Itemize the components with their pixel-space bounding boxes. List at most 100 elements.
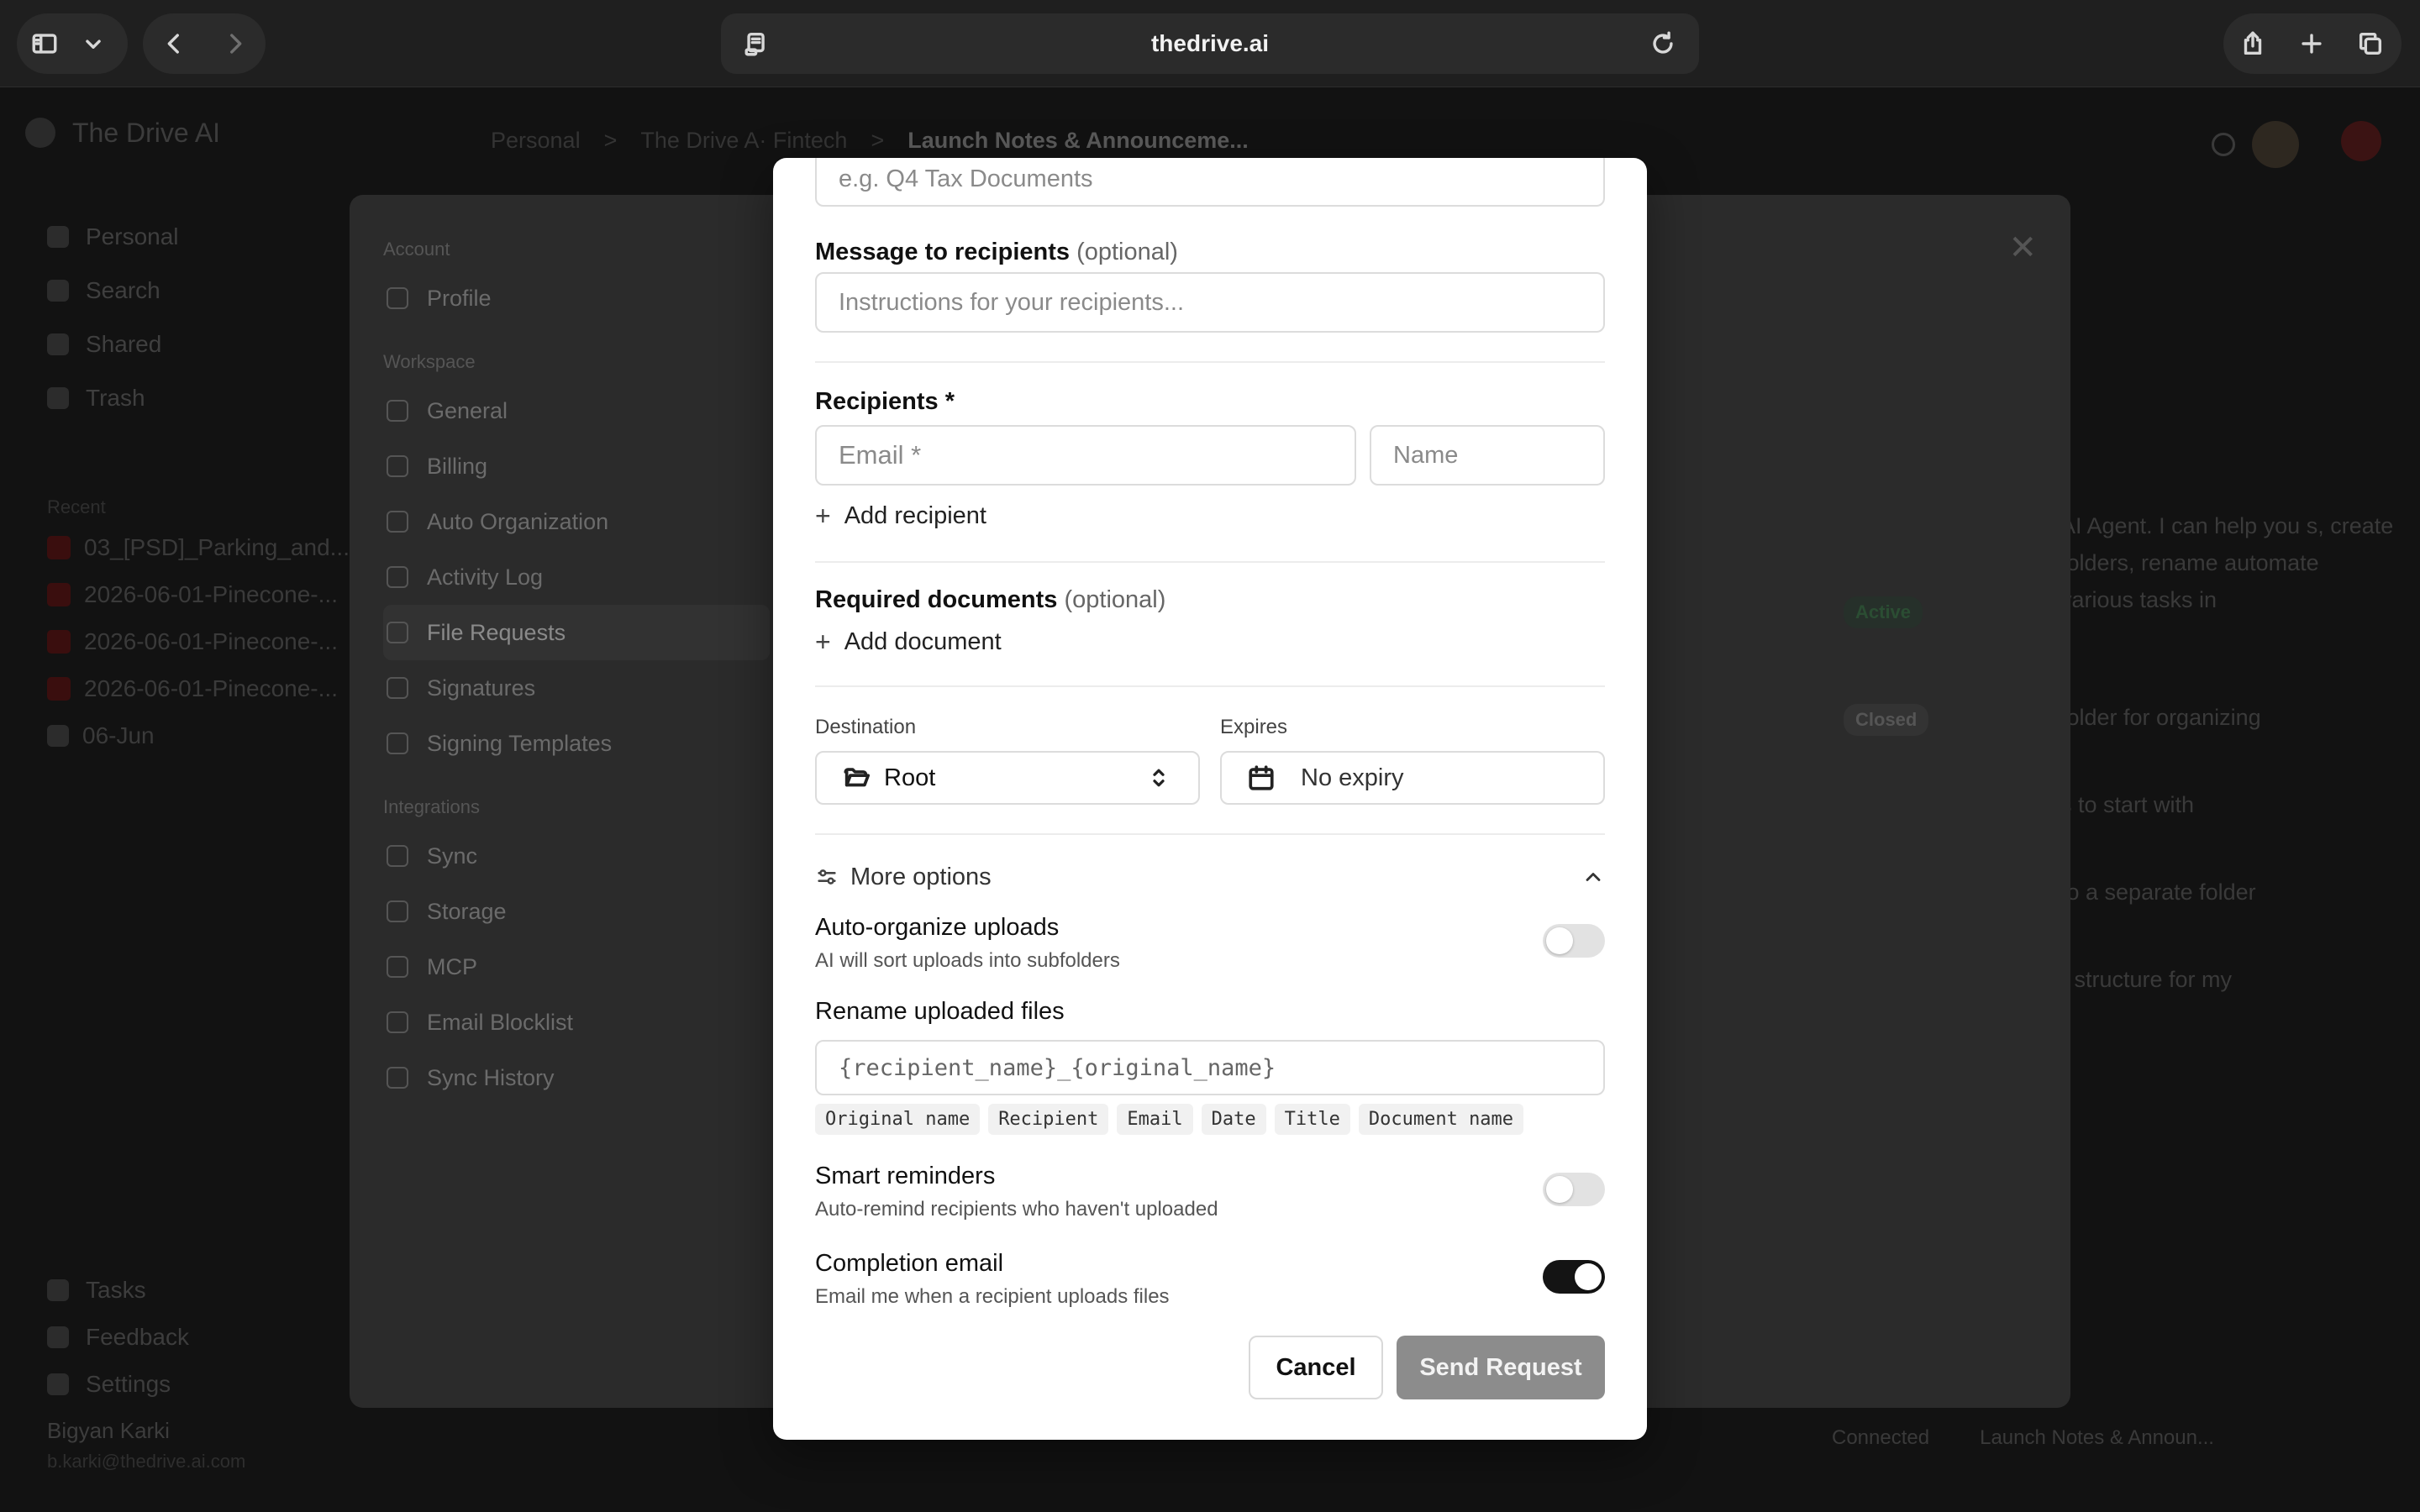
nav-item-settings[interactable]: Settings — [47, 1361, 189, 1408]
chat-suggestion[interactable]: s to start with — [2060, 786, 2396, 823]
activity-icon — [387, 566, 408, 588]
history-nav-group — [143, 13, 266, 74]
feedback-icon — [47, 1326, 69, 1348]
completion-email-toggle[interactable] — [1543, 1260, 1605, 1294]
settings-item-profile[interactable]: Profile — [383, 270, 770, 326]
shield-icon — [387, 1011, 408, 1033]
forward-icon[interactable] — [204, 13, 266, 74]
brand-logo-icon — [25, 118, 55, 148]
settings-item-general[interactable]: General — [383, 383, 770, 438]
user-profile[interactable]: Bigyan Karki b.karki@thedrive.ai.com — [47, 1418, 245, 1473]
pdf-file-icon — [47, 677, 71, 701]
settings-section-title: Account — [383, 239, 450, 260]
settings-item-auto-organization[interactable]: Auto Organization — [383, 494, 770, 549]
current-document-status[interactable]: Launch Notes & Announ... — [1980, 1426, 2214, 1450]
status-badge: Active — [1844, 596, 1923, 628]
token-chip-email[interactable]: Email — [1117, 1104, 1193, 1135]
settings-item-file-requests[interactable]: File Requests — [383, 605, 770, 660]
expiry-date-picker[interactable]: No expiry — [1220, 751, 1605, 805]
chat-suggestion[interactable]: r structure for my — [2060, 961, 2396, 998]
message-label: Message to recipients (optional) — [815, 239, 1178, 265]
chat-suggestion[interactable]: folder for organizing — [2060, 699, 2396, 736]
settings-item-billing[interactable]: Billing — [383, 438, 770, 494]
list-item[interactable]: 2026-06-01-Pinecone-... — [47, 571, 350, 618]
more-options-toggle[interactable]: More options — [815, 853, 1605, 900]
auto-organize-toggle[interactable] — [1543, 924, 1605, 958]
divider — [815, 833, 1605, 835]
settings-item-signing-templates[interactable]: Signing Templates — [383, 716, 770, 771]
notification-icon[interactable] — [2341, 121, 2381, 161]
site-settings-icon[interactable] — [743, 29, 771, 64]
destination-select[interactable]: Root — [815, 751, 1200, 805]
settings-item-sync-history[interactable]: Sync History — [383, 1050, 770, 1105]
breadcrumb: Personal > The Drive A· Fintech > Launch… — [491, 128, 1249, 154]
connection-status: Connected — [1832, 1426, 1930, 1449]
sync-icon — [387, 845, 408, 867]
divider — [815, 561, 1605, 563]
divider — [815, 361, 1605, 363]
new-tab-icon[interactable] — [2282, 13, 2341, 74]
avatar[interactable] — [2252, 121, 2299, 168]
list-item[interactable]: 03_[PSD]_Parking_and... — [47, 524, 350, 571]
history-icon — [387, 1067, 408, 1089]
tab-overview-icon[interactable] — [2341, 13, 2400, 74]
settings-item-storage[interactable]: Storage — [383, 884, 770, 939]
rename-pattern-input[interactable]: {recipient_name}_{original_name} — [815, 1040, 1605, 1095]
toggle-knob — [1546, 1176, 1573, 1203]
status-badge: Closed — [1844, 704, 1929, 736]
nav-item-feedback[interactable]: Feedback — [47, 1314, 189, 1361]
nav-item-trash[interactable]: Trash — [47, 371, 179, 425]
folder-open-icon — [844, 768, 871, 787]
request-title-input[interactable]: e.g. Q4 Tax Documents — [815, 158, 1605, 207]
list-item[interactable]: 06-Jun — [47, 712, 350, 759]
reload-icon[interactable] — [1649, 29, 1677, 64]
share-icon[interactable] — [2223, 13, 2282, 74]
auto-organize-description: AI will sort uploads into subfolders — [815, 949, 1120, 972]
add-document-button[interactable]: + Add document — [815, 627, 1002, 658]
add-recipient-button[interactable]: + Add recipient — [815, 501, 986, 532]
close-icon[interactable]: ✕ — [2008, 228, 2037, 267]
chevron-up-icon — [1586, 873, 1601, 881]
chevron-down-icon[interactable] — [72, 13, 114, 74]
recent-files-list: Recent 03_[PSD]_Parking_and... 2026-06-0… — [47, 491, 350, 759]
recipient-email-input[interactable]: Email * — [815, 425, 1356, 486]
completion-email-title: Completion email — [815, 1250, 1004, 1277]
breadcrumb-item[interactable]: The Drive A· Fintech — [640, 128, 847, 154]
rename-files-label: Rename uploaded files — [815, 998, 1065, 1025]
browser-actions-group — [2223, 13, 2402, 74]
nav-item-search[interactable]: Search — [47, 264, 179, 318]
share-network-icon[interactable] — [2212, 133, 2235, 156]
settings-item-mcp[interactable]: MCP — [383, 939, 770, 995]
layers-icon — [387, 956, 408, 978]
token-chip-date[interactable]: Date — [1201, 1104, 1266, 1135]
sidebar-icon[interactable] — [17, 13, 72, 74]
cancel-button[interactable]: Cancel — [1249, 1336, 1383, 1399]
chat-suggestion[interactable]: to a separate folder — [2060, 874, 2396, 911]
settings-item-sync[interactable]: Sync — [383, 828, 770, 884]
settings-item-signatures[interactable]: Signatures — [383, 660, 770, 716]
address-bar[interactable]: thedrive.ai — [721, 13, 1699, 74]
sliders-icon — [387, 400, 408, 422]
smart-reminders-toggle[interactable] — [1543, 1173, 1605, 1206]
token-chip-original-name[interactable]: Original name — [815, 1104, 981, 1135]
token-chip-title[interactable]: Title — [1274, 1104, 1350, 1135]
user-icon — [387, 287, 408, 309]
folder-icon — [47, 725, 69, 747]
list-item[interactable]: 2026-06-01-Pinecone-... — [47, 618, 350, 665]
token-chip-recipient[interactable]: Recipient — [988, 1104, 1109, 1135]
breadcrumb-item[interactable]: Personal — [491, 128, 581, 154]
workspace-icon — [47, 226, 69, 248]
settings-item-activity-log[interactable]: Activity Log — [383, 549, 770, 605]
send-request-button[interactable]: Send Request — [1397, 1336, 1605, 1399]
nav-item-personal[interactable]: Personal — [47, 210, 179, 264]
smart-reminders-title: Smart reminders — [815, 1163, 996, 1189]
message-input[interactable]: Instructions for your recipients... — [815, 272, 1605, 333]
back-icon[interactable] — [143, 13, 204, 74]
settings-item-email-blocklist[interactable]: Email Blocklist — [383, 995, 770, 1050]
list-item[interactable]: 2026-06-01-Pinecone-... — [47, 665, 350, 712]
nav-item-tasks[interactable]: Tasks — [47, 1267, 189, 1314]
token-chip-document-name[interactable]: Document name — [1358, 1104, 1524, 1135]
nav-item-shared[interactable]: Shared — [47, 318, 179, 371]
recipient-name-input[interactable]: Name — [1370, 425, 1605, 486]
sparkle-icon — [47, 1279, 69, 1301]
